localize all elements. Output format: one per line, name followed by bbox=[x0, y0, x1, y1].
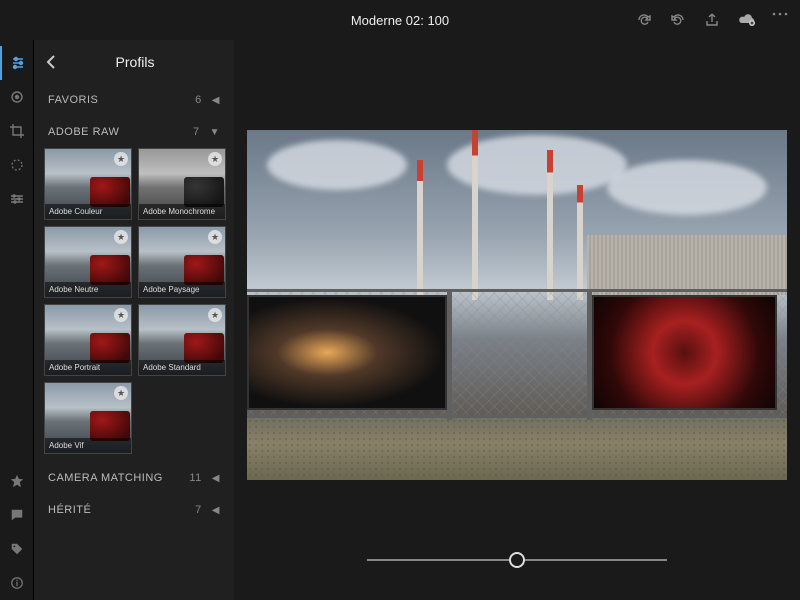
canvas-area bbox=[234, 40, 800, 600]
app-header: Moderne 02: 100 bbox=[0, 0, 800, 40]
share-icon[interactable] bbox=[704, 12, 720, 28]
profile-thumb[interactable]: ★ Adobe Vif bbox=[44, 382, 132, 454]
thumb-label: Adobe Neutre bbox=[45, 282, 131, 297]
panel-scroll[interactable]: FAVORIS 6 ◀ ADOBE RAW 7 ▼ ★ Adobe Couleur… bbox=[34, 84, 234, 600]
thumb-label: Adobe Paysage bbox=[139, 282, 225, 297]
thumb-label: Adobe Couleur bbox=[45, 204, 131, 219]
image-viewport[interactable] bbox=[234, 40, 800, 540]
chevron-down-icon: ▼ bbox=[210, 127, 220, 138]
favorite-star-icon[interactable]: ★ bbox=[114, 230, 128, 244]
tool-info[interactable] bbox=[0, 566, 34, 600]
tool-favorite[interactable] bbox=[0, 464, 34, 498]
favorite-star-icon[interactable]: ★ bbox=[208, 152, 222, 166]
favorite-star-icon[interactable]: ★ bbox=[208, 230, 222, 244]
header-actions bbox=[636, 12, 788, 28]
profile-thumb[interactable]: ★ Adobe Monochrome bbox=[138, 148, 226, 220]
category-favoris[interactable]: FAVORIS 6 ◀ bbox=[34, 84, 234, 116]
category-label: ADOBE RAW bbox=[48, 126, 193, 138]
intensity-slider[interactable] bbox=[367, 559, 667, 561]
favorite-star-icon[interactable]: ★ bbox=[208, 308, 222, 322]
main-layout: Profils FAVORIS 6 ◀ ADOBE RAW 7 ▼ ★ Adobe… bbox=[0, 40, 800, 600]
tool-comments[interactable] bbox=[0, 498, 34, 532]
category-count: 7 bbox=[193, 126, 200, 138]
tool-tag[interactable] bbox=[0, 532, 34, 566]
category-camera-matching[interactable]: CAMERA MATCHING 11 ◀ bbox=[34, 462, 234, 494]
profile-thumb[interactable]: ★ Adobe Portrait bbox=[44, 304, 132, 376]
thumb-label: Adobe Standard bbox=[139, 360, 225, 375]
redo-icon[interactable] bbox=[636, 12, 652, 28]
favorite-star-icon[interactable]: ★ bbox=[114, 308, 128, 322]
undo-icon[interactable] bbox=[670, 12, 686, 28]
category-count: 7 bbox=[195, 504, 202, 516]
panel-title: Profils bbox=[68, 54, 202, 70]
more-icon[interactable] bbox=[772, 12, 788, 28]
intensity-slider-row bbox=[234, 540, 800, 600]
image-preview bbox=[247, 130, 787, 480]
category-count: 11 bbox=[189, 472, 201, 484]
profiles-panel: Profils FAVORIS 6 ◀ ADOBE RAW 7 ▼ ★ Adobe… bbox=[34, 40, 234, 600]
chevron-left-icon: ◀ bbox=[212, 95, 220, 106]
tool-healing[interactable] bbox=[0, 80, 34, 114]
tool-rail bbox=[0, 40, 34, 600]
document-title: Moderne 02: 100 bbox=[351, 13, 449, 28]
tool-adjust[interactable] bbox=[0, 46, 34, 80]
profile-thumb[interactable]: ★ Adobe Paysage bbox=[138, 226, 226, 298]
thumb-label: Adobe Portrait bbox=[45, 360, 131, 375]
panel-header: Profils bbox=[34, 40, 234, 84]
category-label: HÉRITÉ bbox=[48, 504, 195, 516]
category-label: FAVORIS bbox=[48, 94, 195, 106]
slider-thumb[interactable] bbox=[509, 552, 525, 568]
profile-thumb[interactable]: ★ Adobe Couleur bbox=[44, 148, 132, 220]
profile-thumb[interactable]: ★ Adobe Neutre bbox=[44, 226, 132, 298]
chevron-left-icon: ◀ bbox=[212, 505, 220, 516]
chevron-left-icon: ◀ bbox=[212, 473, 220, 484]
cloud-sync-icon[interactable] bbox=[738, 12, 754, 28]
profile-grid: ★ Adobe Couleur ★ Adobe Monochrome ★ Adobe Ne… bbox=[34, 148, 234, 462]
thumb-label: Adobe Vif bbox=[45, 438, 131, 453]
favorite-star-icon[interactable]: ★ bbox=[114, 386, 128, 400]
category-adobe-raw[interactable]: ADOBE RAW 7 ▼ bbox=[34, 116, 234, 148]
back-button[interactable] bbox=[46, 54, 56, 70]
favorite-star-icon[interactable]: ★ bbox=[114, 152, 128, 166]
category-count: 6 bbox=[195, 94, 202, 106]
tool-crop[interactable] bbox=[0, 114, 34, 148]
tool-masking[interactable] bbox=[0, 148, 34, 182]
category-herite[interactable]: HÉRITÉ 7 ◀ bbox=[34, 494, 234, 526]
thumb-label: Adobe Monochrome bbox=[139, 204, 225, 219]
profile-thumb[interactable]: ★ Adobe Standard bbox=[138, 304, 226, 376]
category-label: CAMERA MATCHING bbox=[48, 472, 189, 484]
tool-presets[interactable] bbox=[0, 182, 34, 216]
